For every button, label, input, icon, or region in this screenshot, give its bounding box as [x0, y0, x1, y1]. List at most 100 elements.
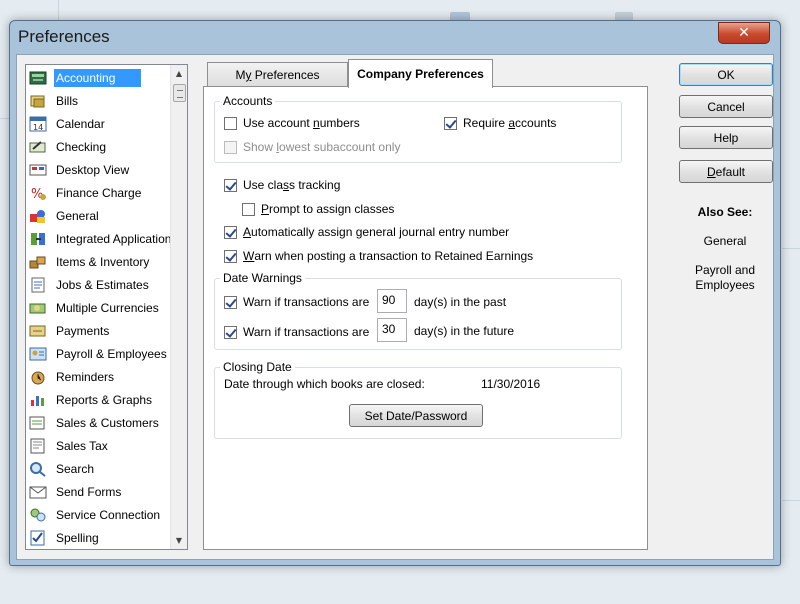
sidebar-item-multiple-currencies[interactable]: Multiple Currencies — [26, 297, 171, 319]
payments-icon — [28, 322, 48, 340]
sidebar-item-label: Bills — [56, 94, 79, 108]
future-days-input[interactable]: 30 — [377, 318, 407, 342]
desktop-view-icon — [28, 161, 48, 179]
search-icon — [28, 460, 48, 478]
checkbox-box — [224, 249, 237, 263]
bg-divider — [782, 248, 800, 249]
sidebar-item-payroll-employees[interactable]: Payroll & Employees — [26, 343, 171, 365]
close-button[interactable]: ✕ — [718, 22, 770, 44]
calendar-icon: 14 — [28, 115, 48, 133]
sidebar-item-label: Service Connection — [56, 508, 161, 522]
sidebar-item-label: Sales Tax — [56, 439, 108, 453]
sidebar-item-label: Reports & Graphs — [56, 393, 153, 407]
finance-charge-icon: % — [28, 184, 48, 202]
sidebar-item-general[interactable]: General — [26, 205, 171, 227]
checkbox-box — [224, 178, 237, 192]
items-inventory-icon — [28, 253, 48, 271]
sidebar-item-bills[interactable]: Bills — [26, 90, 171, 112]
send-forms-icon — [28, 483, 48, 501]
sidebar-item-label: Integrated Applications — [56, 232, 171, 246]
sidebar-item-accounting[interactable]: Accounting — [26, 67, 171, 89]
sidebar-item-desktop-view[interactable]: Desktop View — [26, 159, 171, 181]
closing-date-value: 11/30/2016 — [481, 377, 541, 391]
use-class-tracking-checkbox[interactable]: Use cla s s tracking — [224, 178, 340, 192]
sidebar-item-send-forms[interactable]: Send Forms — [26, 481, 171, 503]
sidebar-item-service-connection[interactable]: Service Connection — [26, 504, 171, 526]
tab-my-preferences[interactable]: My Preferences — [207, 62, 348, 87]
tab-label-prefix: M — [235, 68, 246, 82]
help-button[interactable]: Help — [679, 126, 773, 149]
sidebar-item-integrated-applications[interactable]: Integrated Applications — [26, 228, 171, 250]
scroll-down-arrow-icon[interactable]: ▼ — [171, 532, 187, 549]
label-part: A — [243, 225, 252, 239]
sidebar-item-payments[interactable]: Payments — [26, 320, 171, 342]
default-label-rest: efault — [715, 164, 746, 179]
checkbox-box — [224, 116, 237, 130]
show-lowest-subaccount-checkbox[interactable]: Show l owest subaccount only — [224, 140, 400, 154]
sidebar-item-label: Payments — [56, 324, 110, 338]
sidebar-item-label: Desktop View — [56, 163, 130, 177]
prompt-assign-classes-checkbox[interactable]: Prompt to assign classes — [242, 202, 394, 216]
sidebar-item-search[interactable]: Search — [26, 458, 171, 480]
set-date-password-button[interactable]: Set Date/Password — [349, 404, 483, 427]
label-part: s tracking — [289, 178, 341, 192]
sidebar-item-sales-tax[interactable]: Sales Tax — [26, 435, 171, 457]
past-days-input[interactable]: 90 — [377, 289, 407, 313]
reports-graphs-icon — [28, 391, 48, 409]
sidebar-item-label: Items & Inventory — [56, 255, 150, 269]
also-see-general-link[interactable]: General — [670, 234, 780, 249]
close-icon: ✕ — [738, 25, 750, 41]
tab-label: Company Preferences — [357, 67, 484, 81]
past-days-suffix: day(s) in the past — [414, 295, 507, 309]
sidebar-item-reminders[interactable]: Reminders — [26, 366, 171, 388]
checkbox-box — [224, 295, 237, 309]
warn-past-checkbox[interactable]: Warn if transactions are — [224, 295, 369, 309]
sidebar-item-calendar[interactable]: 14 Calendar — [26, 113, 171, 135]
sidebar-item-label: Accounting — [54, 69, 142, 87]
sidebar-item-label: Calendar — [56, 117, 105, 131]
use-account-numbers-checkbox[interactable]: Use account n umbers — [224, 116, 360, 130]
scroll-up-arrow-icon[interactable]: ▲ — [171, 65, 187, 82]
warn-retained-earnings-checkbox[interactable]: Warn when posting a transaction to Retai… — [224, 249, 533, 263]
require-accounts-checkbox[interactable]: Require a ccounts — [444, 116, 556, 130]
label-part: ccounts — [515, 116, 557, 130]
sidebar-item-items-inventory[interactable]: Items & Inventory — [26, 251, 171, 273]
scroll-thumb[interactable] — [173, 84, 186, 102]
ok-button[interactable]: OK — [679, 63, 773, 86]
checkbox-box — [224, 225, 237, 239]
also-see-payroll-link[interactable]: Payroll and Employees — [670, 263, 780, 293]
label-part: arn when posting a transaction to Retain… — [254, 249, 534, 263]
checkbox-box — [224, 325, 237, 339]
also-see-title: Also See: — [697, 205, 753, 219]
label-part: Require — [463, 116, 509, 130]
sidebar-scrollbar[interactable]: ▲ ▼ — [170, 65, 187, 549]
sidebar-item-label: Send Forms — [56, 485, 122, 499]
warn-future-checkbox[interactable]: Warn if transactions are — [224, 325, 369, 339]
payroll-employees-icon — [28, 345, 48, 363]
checkbox-box — [224, 140, 237, 154]
sidebar-item-label: Sales & Customers — [56, 416, 159, 430]
company-preferences-panel: Accounts Use account n umbers Require a cc… — [203, 86, 648, 550]
sidebar-item-reports-graphs[interactable]: Reports & Graphs — [26, 389, 171, 411]
sidebar-item-label: Multiple Currencies — [56, 301, 159, 315]
sidebar-item-checking[interactable]: Checking — [26, 136, 171, 158]
sidebar-item-sales-customers[interactable]: Sales & Customers — [26, 412, 171, 434]
label-part: owest subaccount only — [279, 140, 401, 154]
label-part: n — [313, 116, 320, 130]
preferences-category-list[interactable]: Accounting Bills 14 Calendar Checking De… — [25, 64, 188, 550]
bills-icon — [28, 92, 48, 110]
warn-past-label: Warn if transactions are — [243, 295, 370, 309]
label-part: utomatically assign general journal entr… — [251, 225, 510, 239]
label-part: P — [261, 202, 270, 216]
auto-assign-journal-number-checkbox[interactable]: Automatically assign general journal ent… — [224, 225, 509, 239]
label-part: a — [508, 116, 516, 130]
cancel-button[interactable]: Cancel — [679, 95, 773, 118]
dialog-title: Preferences — [18, 27, 110, 46]
sidebar-item-spelling[interactable]: Spelling — [26, 527, 171, 549]
default-button[interactable]: Default — [679, 160, 773, 183]
sidebar-item-label: Checking — [56, 140, 107, 154]
sidebar-item-jobs-estimates[interactable]: Jobs & Estimates — [26, 274, 171, 296]
tab-company-preferences[interactable]: Company Preferences — [348, 59, 493, 88]
closing-date-title: Closing Date — [220, 360, 295, 374]
sidebar-item-finance-charge[interactable]: % Finance Charge — [26, 182, 171, 204]
